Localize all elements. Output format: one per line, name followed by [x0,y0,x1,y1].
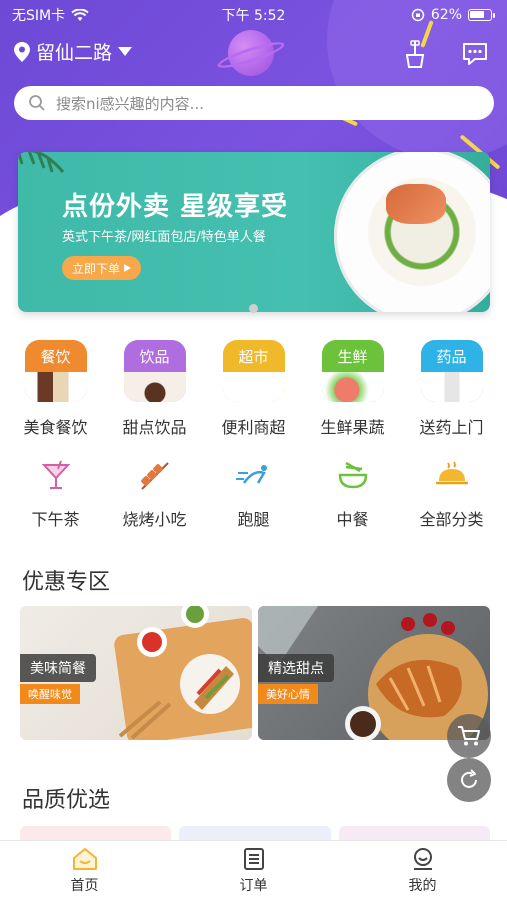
bowl-icon [338,461,367,489]
order-now-label: 立即下单 [72,261,121,276]
category-row: 餐饮 美食餐饮 饮品 甜点饮品 超市 便利商超 生鲜 生鲜果蔬 药品 送药上门 [0,340,507,438]
deals-section-title: 优惠专区 [22,570,111,595]
subcategory-label: 跑腿 [237,510,270,529]
location-selector[interactable]: 留仙二路 [14,38,133,65]
subcategory-row: 下午茶 烧烤小吃 跑腿 中餐 全部分类 [0,456,507,530]
cart-icon [458,726,480,746]
category-tile: 药品 [420,340,483,402]
category-item[interactable]: 饮品 甜点饮品 [110,340,200,438]
subcategory-label: 全部分类 [419,510,484,529]
tab-label: 首页 [70,877,99,894]
tab-home[interactable]: 首页 [35,847,135,895]
subcategory-item[interactable]: 跑腿 [209,456,299,530]
chevron-down-icon [118,46,133,56]
category-item[interactable]: 餐饮 美食餐饮 [11,340,101,438]
dish-icon [435,461,468,485]
refresh-icon [461,769,477,788]
quality-section-title: 品质优选 [22,788,111,813]
category-label: 送药上门 [419,418,484,437]
subcategory-label: 中餐 [336,510,369,529]
banner-title: 点份外卖 星级享受 [62,192,289,222]
message-button[interactable] [459,38,491,70]
category-tile: 生鲜 [321,340,384,402]
location-pin-icon [14,41,30,62]
order-list-icon [243,847,264,870]
deal-card-title: 精选甜点 [258,654,334,682]
deal-card-tag: 唤醒味觉 [20,684,80,704]
battery-percent: 62% [430,7,462,23]
skewer-icon [140,462,169,490]
tab-orders[interactable]: 订单 [204,847,304,895]
category-label: 甜点饮品 [122,418,187,437]
status-bar: 无SIM卡 下午 5:52 62% [0,0,507,30]
food-plate-image [334,152,490,312]
wifi-icon [71,8,89,21]
subcategory-label: 下午茶 [31,510,80,529]
home-icon [72,847,97,870]
search-icon [29,95,45,111]
promo-banner[interactable]: 点份外卖 星级享受 英式下午茶/网红面包店/特色单人餐 立即下单 [18,152,490,312]
tab-profile[interactable]: 我的 [373,847,473,895]
subcategory-item[interactable]: 烧烤小吃 [110,456,200,530]
profile-icon [413,847,432,870]
shovel-button[interactable] [399,38,431,70]
search-input[interactable]: 搜索ni感兴趣的内容... [14,86,494,120]
tab-label: 我的 [408,877,437,894]
cart-button[interactable] [447,714,491,758]
category-label: 便利商超 [221,418,286,437]
shovel-icon [405,40,425,68]
category-tile: 餐饮 [24,340,87,402]
orientation-lock-icon [411,8,425,22]
category-tile: 超市 [222,340,285,402]
carrier-text: 无SIM卡 [12,8,66,24]
deal-card-title: 美味简餐 [20,654,96,682]
subcategory-label: 烧烤小吃 [122,510,187,529]
deal-card-tag: 美好心情 [258,684,318,704]
category-tile: 饮品 [123,340,186,402]
search-placeholder: 搜索ni感兴趣的内容... [56,94,204,113]
battery-icon [468,9,492,21]
bottom-tab-bar: 首页 订单 我的 [0,840,507,900]
order-now-button[interactable]: 立即下单 [62,256,142,280]
category-label: 美食餐饮 [23,418,88,437]
chat-bubble-icon [463,43,487,65]
category-label: 生鲜果蔬 [320,418,385,437]
subcategory-item[interactable]: 全部分类 [407,456,497,530]
banner-pager-dot[interactable] [249,304,258,313]
refresh-button[interactable] [447,758,491,802]
category-item[interactable]: 超市 便利商超 [209,340,299,438]
running-icon [235,465,267,484]
deal-card-meal[interactable]: 美味简餐 唤醒味觉 [20,606,252,740]
tab-label: 订单 [239,877,268,894]
category-item[interactable]: 生鲜 生鲜果蔬 [308,340,398,438]
play-arrow-icon [124,264,132,272]
subcategory-item[interactable]: 中餐 [308,456,398,530]
banner-subtitle: 英式下午茶/网红面包店/特色单人餐 [62,230,266,245]
category-item[interactable]: 药品 送药上门 [407,340,497,438]
cocktail-icon [41,460,70,489]
location-text: 留仙二路 [36,42,113,64]
subcategory-item[interactable]: 下午茶 [11,456,101,530]
